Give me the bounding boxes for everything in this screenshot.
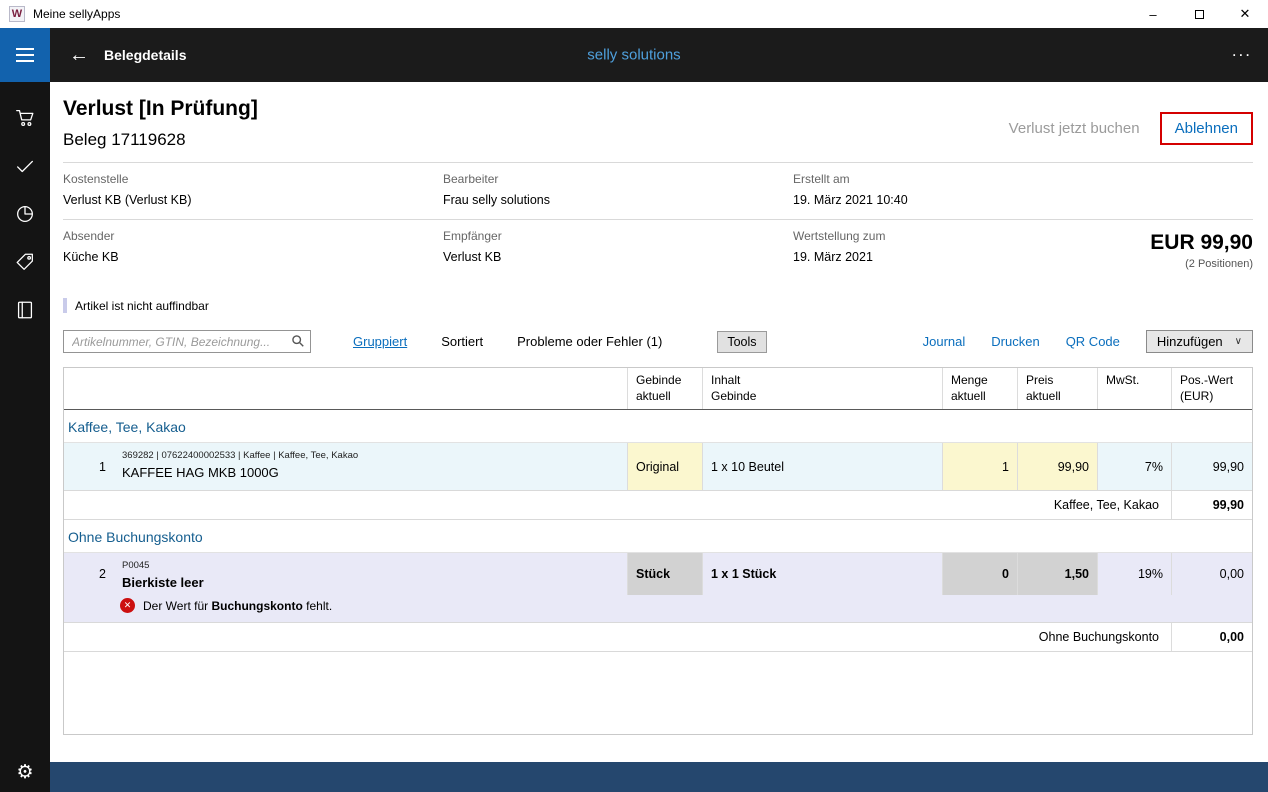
window-controls: – ✕ xyxy=(1130,0,1268,28)
row-error-message: ✕ Der Wert für Buchungskonto fehlt. xyxy=(64,595,1252,622)
cart-icon[interactable] xyxy=(14,106,37,129)
subtotal-value: 99,90 xyxy=(1171,491,1252,519)
meta-value: Verlust KB xyxy=(443,250,793,264)
legend: Artikel ist nicht auffindbar xyxy=(63,298,1253,313)
add-button[interactable]: Hinzufügen ∨ xyxy=(1146,330,1253,353)
table-empty-area xyxy=(64,652,1252,734)
subtotal-label: Kaffee, Tee, Kakao xyxy=(64,491,1171,519)
close-button[interactable]: ✕ xyxy=(1222,0,1268,28)
col-header-inhalt: Inhalt Gebinde xyxy=(702,368,942,409)
brand-label: selly solutions xyxy=(587,47,680,64)
maximize-icon xyxy=(1195,10,1204,19)
article-meta: P0045 xyxy=(122,560,619,571)
table-row[interactable]: 2 P0045 Bierkiste leer Stück 1 x 1 Stück… xyxy=(64,552,1252,623)
article-meta: 369282 | 07622400002533 | Kaffee | Kaffe… xyxy=(122,450,619,461)
meta-label: Kostenstelle xyxy=(63,172,443,186)
meta-label: Empfänger xyxy=(443,229,793,243)
subtotal-label: Ohne Buchungskonto xyxy=(64,623,1171,651)
menge-cell[interactable]: 0 xyxy=(942,553,1017,595)
col-header-mwst: MwSt. xyxy=(1097,368,1171,409)
sort-toggle[interactable]: Sortiert xyxy=(441,334,483,349)
add-button-label: Hinzufügen xyxy=(1157,334,1223,349)
pie-chart-icon[interactable] xyxy=(14,202,37,225)
subtotal-value: 0,00 xyxy=(1171,623,1252,651)
tools-button[interactable]: Tools xyxy=(717,331,766,353)
legend-label: Artikel ist nicht auffindbar xyxy=(75,299,209,313)
col-header-gebinde: Gebinde aktuell xyxy=(627,368,702,409)
mwst-cell: 19% xyxy=(1097,553,1171,595)
tag-icon[interactable] xyxy=(14,250,37,273)
chevron-down-icon: ∨ xyxy=(1235,336,1242,347)
col-header-pos-wert: Pos.-Wert (EUR) xyxy=(1171,368,1252,409)
hamburger-icon xyxy=(16,48,34,50)
menge-cell[interactable]: 1 xyxy=(942,443,1017,490)
meta-value: Küche KB xyxy=(63,250,443,264)
group-subtotal-row: Kaffee, Tee, Kakao 99,90 xyxy=(64,491,1252,520)
page-title: Belegdetails xyxy=(104,47,186,63)
window-titlebar: W Meine sellyApps – ✕ xyxy=(0,0,1268,28)
book-now-button[interactable]: Verlust jetzt buchen xyxy=(1009,120,1140,137)
positions-table: Gebinde aktuell Inhalt Gebinde Menge akt… xyxy=(63,367,1253,735)
meta-label: Erstellt am xyxy=(793,172,1033,186)
app-navbar: ← Belegdetails selly solutions ... xyxy=(0,28,1268,82)
print-link[interactable]: Drucken xyxy=(991,334,1039,349)
more-options-icon[interactable]: ... xyxy=(1232,46,1252,64)
sidebar: ⚙ xyxy=(0,82,50,792)
back-arrow-icon[interactable]: ← xyxy=(62,44,96,67)
preis-cell[interactable]: 1,50 xyxy=(1017,553,1097,595)
search-input[interactable] xyxy=(63,330,311,353)
group-header: Ohne Buchungskonto xyxy=(64,520,1252,552)
problems-filter[interactable]: Probleme oder Fehler (1) xyxy=(517,334,662,349)
settings-gear-icon[interactable]: ⚙ xyxy=(16,761,33,784)
maximize-button[interactable] xyxy=(1176,0,1222,28)
row-number: 2 xyxy=(64,553,114,595)
app-icon: W xyxy=(9,6,25,22)
inhalt-cell: 1 x 10 Beutel xyxy=(702,443,942,490)
journal-link[interactable]: Journal xyxy=(923,334,966,349)
table-row[interactable]: 1 369282 | 07622400002533 | Kaffee | Kaf… xyxy=(64,442,1252,491)
row-number: 1 xyxy=(64,443,114,490)
meta-value: 19. März 2021 10:40 xyxy=(793,193,1033,207)
meta-label: Wertstellung zum xyxy=(793,229,1033,243)
document-detail-panel: Verlust [In Prüfung] Beleg 17119628 Verl… xyxy=(50,82,1268,762)
gebinde-cell[interactable]: Original xyxy=(627,443,702,490)
meta-label: Absender xyxy=(63,229,443,243)
reject-button[interactable]: Ablehnen xyxy=(1160,112,1253,145)
error-icon: ✕ xyxy=(120,598,135,613)
group-subtotal-row: Ohne Buchungskonto 0,00 xyxy=(64,623,1252,652)
legend-color-swatch xyxy=(63,298,67,313)
book-icon[interactable] xyxy=(14,298,37,321)
col-header-preis: Preis aktuell xyxy=(1017,368,1097,409)
col-header-menge: Menge aktuell xyxy=(942,368,1017,409)
error-text: Der Wert für Buchungskonto fehlt. xyxy=(143,599,332,613)
document-title: Verlust [In Prüfung] xyxy=(63,97,258,121)
pos-wert-cell: 99,90 xyxy=(1171,443,1252,490)
mwst-cell: 7% xyxy=(1097,443,1171,490)
document-number: Beleg 17119628 xyxy=(63,130,258,150)
group-toggle-link[interactable]: Gruppiert xyxy=(353,334,407,349)
hamburger-menu-button[interactable] xyxy=(0,28,50,82)
meta-value: Verlust KB (Verlust KB) xyxy=(63,193,443,207)
position-count: (2 Positionen) xyxy=(1150,258,1253,270)
group-header: Kaffee, Tee, Kakao xyxy=(64,410,1252,442)
pos-wert-cell: 0,00 xyxy=(1171,553,1252,595)
inhalt-cell: 1 x 1 Stück xyxy=(702,553,942,595)
meta-label: Bearbeiter xyxy=(443,172,793,186)
meta-value: 19. März 2021 xyxy=(793,250,1033,264)
meta-value: Frau selly solutions xyxy=(443,193,793,207)
window-title: Meine sellyApps xyxy=(33,7,120,21)
bottom-bar xyxy=(50,762,1268,792)
article-title: KAFFEE HAG MKB 1000G xyxy=(122,465,619,480)
check-icon[interactable] xyxy=(14,154,37,177)
minimize-button[interactable]: – xyxy=(1130,0,1176,28)
qr-code-link[interactable]: QR Code xyxy=(1066,334,1120,349)
search-icon xyxy=(291,334,305,348)
article-title: Bierkiste leer xyxy=(122,575,619,590)
gebinde-cell[interactable]: Stück xyxy=(627,553,702,595)
table-header-row: Gebinde aktuell Inhalt Gebinde Menge akt… xyxy=(64,368,1252,410)
preis-cell[interactable]: 99,90 xyxy=(1017,443,1097,490)
total-amount: EUR 99,90 xyxy=(1150,231,1253,255)
item-toolbar: Gruppiert Sortiert Probleme oder Fehler … xyxy=(63,330,1253,353)
